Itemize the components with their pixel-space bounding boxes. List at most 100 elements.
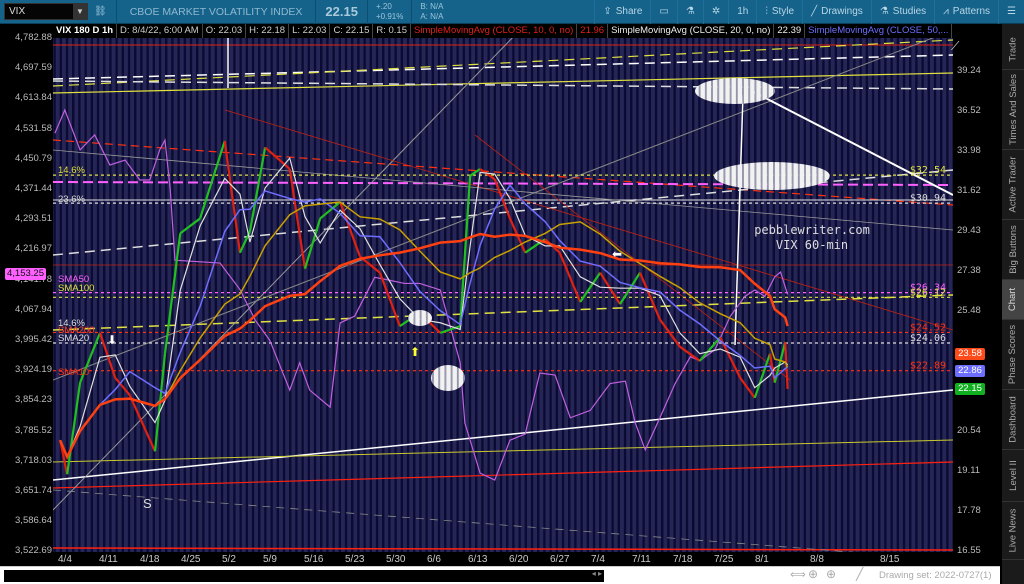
date-tick: 4/25: [180, 554, 201, 565]
tab-label: Big Buttons: [1007, 225, 1019, 274]
right-axis-tick: 19.11: [957, 465, 981, 477]
s-marker: S: [143, 496, 152, 511]
left-axis-tick: 3,522.69: [15, 545, 52, 557]
right-axis-tick: 36.52: [957, 104, 981, 116]
tab-label: Trade: [1007, 37, 1019, 62]
right-axis-tick: 16.55: [957, 545, 981, 556]
zoom-icon[interactable]: ⊕: [826, 567, 836, 581]
date-tick: 8/1: [754, 554, 769, 565]
sidebar-tab-live-news[interactable]: Live News: [1002, 502, 1024, 560]
study-label: SMA100: [58, 283, 94, 294]
highlight-ellipse: [408, 310, 432, 326]
date-tick: 5/16: [303, 554, 324, 565]
price-level-label: $22.89: [910, 361, 946, 372]
horizontal-scrollbar[interactable]: ◂ ▸: [4, 569, 604, 582]
left-axis-tick: 4,371.44: [15, 183, 52, 194]
pan-icon[interactable]: ⟺: [790, 568, 806, 581]
watermark-line2: VIX 60-min: [776, 238, 848, 252]
price-level-label: $24.52: [910, 322, 946, 333]
price-level-label: $24.06: [910, 333, 946, 344]
left-axis-tick: 3,718.03: [15, 454, 52, 466]
date-tick: 6/13: [467, 554, 488, 565]
date-tick: 7/18: [672, 554, 693, 565]
date-tick: 6/6: [426, 554, 441, 565]
date-tick: 8/8: [810, 554, 824, 565]
style-toggle-icon[interactable]: ⟋: [951, 39, 960, 53]
study-label: 23.6%: [58, 194, 85, 205]
up-arrow-icon: ⬆: [410, 345, 420, 359]
sidebar-tab-trade[interactable]: Trade: [1002, 30, 1024, 70]
drawing-set[interactable]: Drawing set: 2022-0727(1): [879, 570, 991, 581]
left-axis-tick: 4,782.88: [15, 32, 52, 43]
chart-canvas[interactable]: ⬆ ⬇ ⬅ pebblewriter.com VIX 60-min S 14.6…: [0, 0, 1024, 584]
left-axis-tick: 3,924.19: [15, 364, 52, 376]
left-arrow-icon: ⬅: [612, 247, 622, 261]
date-tick: 6/27: [549, 554, 570, 565]
left-axis-tick: 4,697.59: [15, 62, 52, 74]
date-tick: 5/9: [262, 554, 277, 565]
tab-label: Active Trader: [1007, 156, 1019, 213]
sidebar-tab-times-and-sales[interactable]: Times And Sales: [1002, 70, 1024, 150]
date-tick: 6/20: [508, 554, 529, 565]
highlight-ellipse: [695, 78, 775, 104]
date-tick: 5/30: [385, 554, 406, 565]
price-badge: 22.86: [955, 365, 985, 378]
right-sidebar: Trade Times And Sales Active Trader Big But…: [1002, 30, 1024, 584]
sidebar-tab-level-ii[interactable]: Level II: [1002, 450, 1024, 502]
tab-label: Level II: [1007, 460, 1019, 491]
left-axis-tick: 3,785.52: [15, 424, 52, 436]
sidebar-tab-big-buttons[interactable]: Big Buttons: [1002, 220, 1024, 280]
price-badge: 22.15: [955, 382, 985, 395]
right-axis-tick: 25.48: [957, 305, 981, 317]
tab-label: Chart: [1007, 287, 1019, 312]
price-level-label: $26.12: [910, 287, 946, 298]
sidebar-tab-phase-scores[interactable]: Phase Scores: [1002, 320, 1024, 390]
sidebar-tab-chart[interactable]: Chart: [1002, 280, 1024, 320]
study-label: 14.6%: [58, 165, 85, 176]
left-axis-tick: 4,450.79: [15, 152, 52, 164]
price-level-label: $30.94: [910, 193, 946, 204]
left-axis-tick: 4,293.51: [15, 213, 52, 225]
right-axis-tick: 29.43: [957, 224, 981, 236]
scroll-arrows-icon[interactable]: ◂ ▸: [592, 569, 602, 578]
highlight-ellipse: [714, 162, 830, 190]
left-axis-tick: 3,995.42: [15, 334, 52, 345]
watermark-line1: pebblewriter.com: [754, 223, 870, 237]
left-axis-tick: 4,613.84: [15, 92, 52, 104]
date-tick: 7/11: [631, 554, 651, 565]
spx-current-badge: 4,153.25: [5, 268, 46, 280]
tab-label: Phase Scores: [1007, 324, 1019, 385]
right-axis-tick: 33.98: [957, 145, 981, 157]
sidebar-tab-dashboard[interactable]: Dashboard: [1002, 390, 1024, 450]
study-label: SMA20: [58, 333, 89, 344]
right-axis-tick: 31.62: [957, 185, 981, 197]
left-axis-tick: 3,651.74: [15, 485, 52, 496]
left-axis-tick: 3,586.64: [15, 515, 52, 527]
price-badge: 23.58: [955, 348, 985, 361]
date-tick: 4/4: [58, 554, 72, 565]
right-axis-tick: 27.38: [957, 265, 981, 277]
status-bar: ◂ ▸ ⟺ ⊕ ⊕ ╱ Drawing set: 2022-0727(1): [0, 566, 1000, 584]
date-tick: 7/25: [713, 554, 734, 565]
price-level-label: $32.54: [910, 165, 946, 176]
tab-label: Times And Sales: [1007, 74, 1019, 145]
date-tick: 4/18: [139, 554, 160, 565]
date-tick: 5/2: [221, 554, 236, 565]
crosshair-icon[interactable]: ⊕: [808, 567, 818, 581]
tab-label: Live News: [1007, 508, 1019, 553]
down-arrow-icon: ⬇: [107, 333, 117, 347]
tab-label: Dashboard: [1007, 396, 1019, 443]
highlight-ellipse: [431, 365, 465, 391]
left-axis-tick: 4,067.94: [15, 303, 52, 315]
right-axis-tick: 20.54: [957, 424, 981, 436]
sidebar-tab-active-trader[interactable]: Active Trader: [1002, 150, 1024, 220]
date-tick: 8/15: [880, 554, 900, 565]
left-axis-tick: 4,216.97: [15, 243, 52, 255]
study-label: SMA10: [58, 367, 89, 378]
date-tick: 7/4: [590, 554, 605, 565]
date-tick: 4/11: [98, 554, 118, 565]
draw-line-icon[interactable]: ╱: [856, 567, 863, 581]
left-axis-tick: 3,854.23: [15, 394, 52, 406]
right-axis-tick: 39.24: [957, 65, 981, 76]
left-axis-tick: 4,531.58: [15, 122, 52, 134]
